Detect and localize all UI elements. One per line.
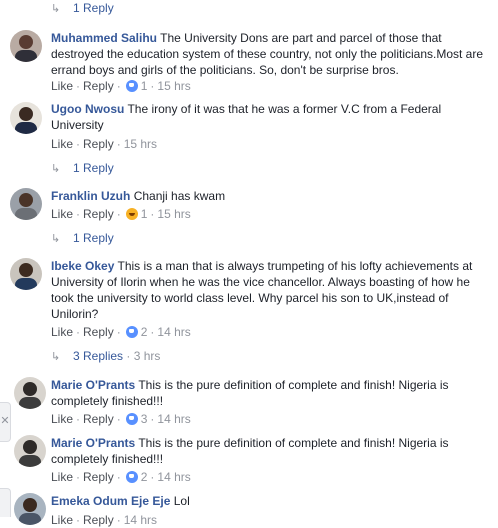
view-replies-link[interactable]: ↳ 3 Replies · 3 hrs bbox=[51, 348, 160, 365]
comment-actions: Like · Reply · 2 · 14 hrs bbox=[51, 470, 191, 484]
reaction-count[interactable]: 2 bbox=[141, 470, 148, 484]
comment-author[interactable]: Marie O'Prants bbox=[51, 436, 135, 450]
avatar[interactable] bbox=[10, 102, 42, 134]
comment-actions: Like · Reply · 1 · 15 hrs bbox=[51, 207, 191, 221]
comment-author[interactable]: Emeka Odum Eje Eje bbox=[51, 494, 170, 508]
like-button[interactable]: Like bbox=[51, 137, 73, 151]
reaction-count[interactable]: 1 bbox=[141, 207, 148, 221]
comment-body: Marie O'Prants This is the pure definiti… bbox=[51, 377, 494, 409]
like-reaction-icon[interactable] bbox=[125, 471, 138, 483]
avatar[interactable] bbox=[14, 377, 46, 409]
comment-actions: Like · Reply · 14 hrs bbox=[51, 513, 158, 527]
like-button[interactable]: Like bbox=[51, 470, 73, 484]
comment-body: Emeka Odum Eje Eje Lol bbox=[51, 493, 494, 509]
like-button[interactable]: Like bbox=[51, 513, 73, 527]
avatar[interactable] bbox=[14, 435, 46, 467]
comment-body: Marie O'Prants This is the pure definiti… bbox=[51, 435, 494, 467]
comment-text: Chanji has kwam bbox=[133, 189, 226, 203]
reply-button[interactable]: Reply bbox=[83, 412, 114, 426]
reply-arrow-icon: ↳ bbox=[51, 3, 61, 15]
comment-author[interactable]: Ugoo Nwosu bbox=[51, 102, 124, 116]
comment-body: Muhammed Salihu The University Dons are … bbox=[51, 30, 494, 78]
comment-body: Ibeke Okey This is a man that is always … bbox=[51, 258, 494, 322]
avatar[interactable] bbox=[10, 30, 42, 62]
reply-button[interactable]: Reply bbox=[83, 137, 114, 151]
side-panel-tab[interactable] bbox=[0, 488, 11, 517]
comment-time[interactable]: 14 hrs bbox=[124, 513, 157, 527]
reaction-count[interactable]: 1 bbox=[141, 79, 148, 93]
view-replies-link[interactable]: ↳ 1 Reply bbox=[51, 0, 114, 17]
reply-arrow-icon: ↳ bbox=[51, 233, 61, 245]
comment-time[interactable]: 15 hrs bbox=[124, 137, 157, 151]
reply-button[interactable]: Reply bbox=[83, 207, 114, 221]
reply-button[interactable]: Reply bbox=[83, 513, 114, 527]
comment-body: Franklin Uzuh Chanji has kwam bbox=[51, 188, 494, 204]
comment-actions: Like · Reply · 1 · 15 hrs bbox=[51, 79, 191, 93]
view-replies-link[interactable]: ↳ 1 Reply bbox=[51, 230, 114, 247]
comment-text: This is a man that is always trumpeting … bbox=[51, 259, 473, 321]
reply-arrow-icon: ↳ bbox=[51, 351, 61, 363]
comment-time[interactable]: 15 hrs bbox=[157, 207, 190, 221]
haha-reaction-icon[interactable] bbox=[125, 208, 138, 220]
reply-button[interactable]: Reply bbox=[83, 325, 114, 339]
comment-actions: Like · Reply · 15 hrs bbox=[51, 137, 158, 151]
close-icon: ✕ bbox=[0, 415, 10, 427]
reaction-count[interactable]: 2 bbox=[141, 325, 148, 339]
reply-button[interactable]: Reply bbox=[83, 470, 114, 484]
like-reaction-icon[interactable] bbox=[125, 326, 138, 338]
comment-author[interactable]: Marie O'Prants bbox=[51, 378, 135, 392]
reply-button[interactable]: Reply bbox=[83, 79, 114, 93]
like-button[interactable]: Like bbox=[51, 79, 73, 93]
like-button[interactable]: Like bbox=[51, 412, 73, 426]
view-replies-link[interactable]: ↳ 1 Reply bbox=[51, 160, 114, 177]
like-button[interactable]: Like bbox=[51, 207, 73, 221]
comment-time[interactable]: 15 hrs bbox=[157, 79, 190, 93]
replies-time: 3 hrs bbox=[133, 349, 161, 363]
comment-text: Lol bbox=[173, 494, 190, 508]
comment-author[interactable]: Ibeke Okey bbox=[51, 259, 114, 273]
avatar[interactable] bbox=[14, 493, 46, 525]
side-panel-tab[interactable]: ✕ bbox=[0, 402, 11, 442]
like-reaction-icon[interactable] bbox=[125, 413, 138, 425]
replies-label: 1 Reply bbox=[73, 231, 114, 245]
replies-label: 1 Reply bbox=[73, 161, 114, 175]
comment-time[interactable]: 14 hrs bbox=[157, 412, 190, 426]
reply-arrow-icon: ↳ bbox=[51, 163, 61, 175]
replies-label: 3 Replies bbox=[73, 349, 124, 363]
comment-body: Ugoo Nwosu The irony of it was that he w… bbox=[51, 101, 494, 133]
avatar[interactable] bbox=[10, 258, 42, 290]
reaction-count[interactable]: 3 bbox=[141, 412, 148, 426]
avatar[interactable] bbox=[10, 188, 42, 220]
comment-author[interactable]: Franklin Uzuh bbox=[51, 189, 130, 203]
like-reaction-icon[interactable] bbox=[125, 80, 138, 92]
comment-actions: Like · Reply · 2 · 14 hrs bbox=[51, 325, 191, 339]
comment-time[interactable]: 14 hrs bbox=[157, 470, 190, 484]
comment-author[interactable]: Muhammed Salihu bbox=[51, 31, 157, 45]
like-button[interactable]: Like bbox=[51, 325, 73, 339]
replies-label: 1 Reply bbox=[73, 1, 114, 15]
comment-actions: Like · Reply · 3 · 14 hrs bbox=[51, 412, 191, 426]
comment-time[interactable]: 14 hrs bbox=[157, 325, 190, 339]
